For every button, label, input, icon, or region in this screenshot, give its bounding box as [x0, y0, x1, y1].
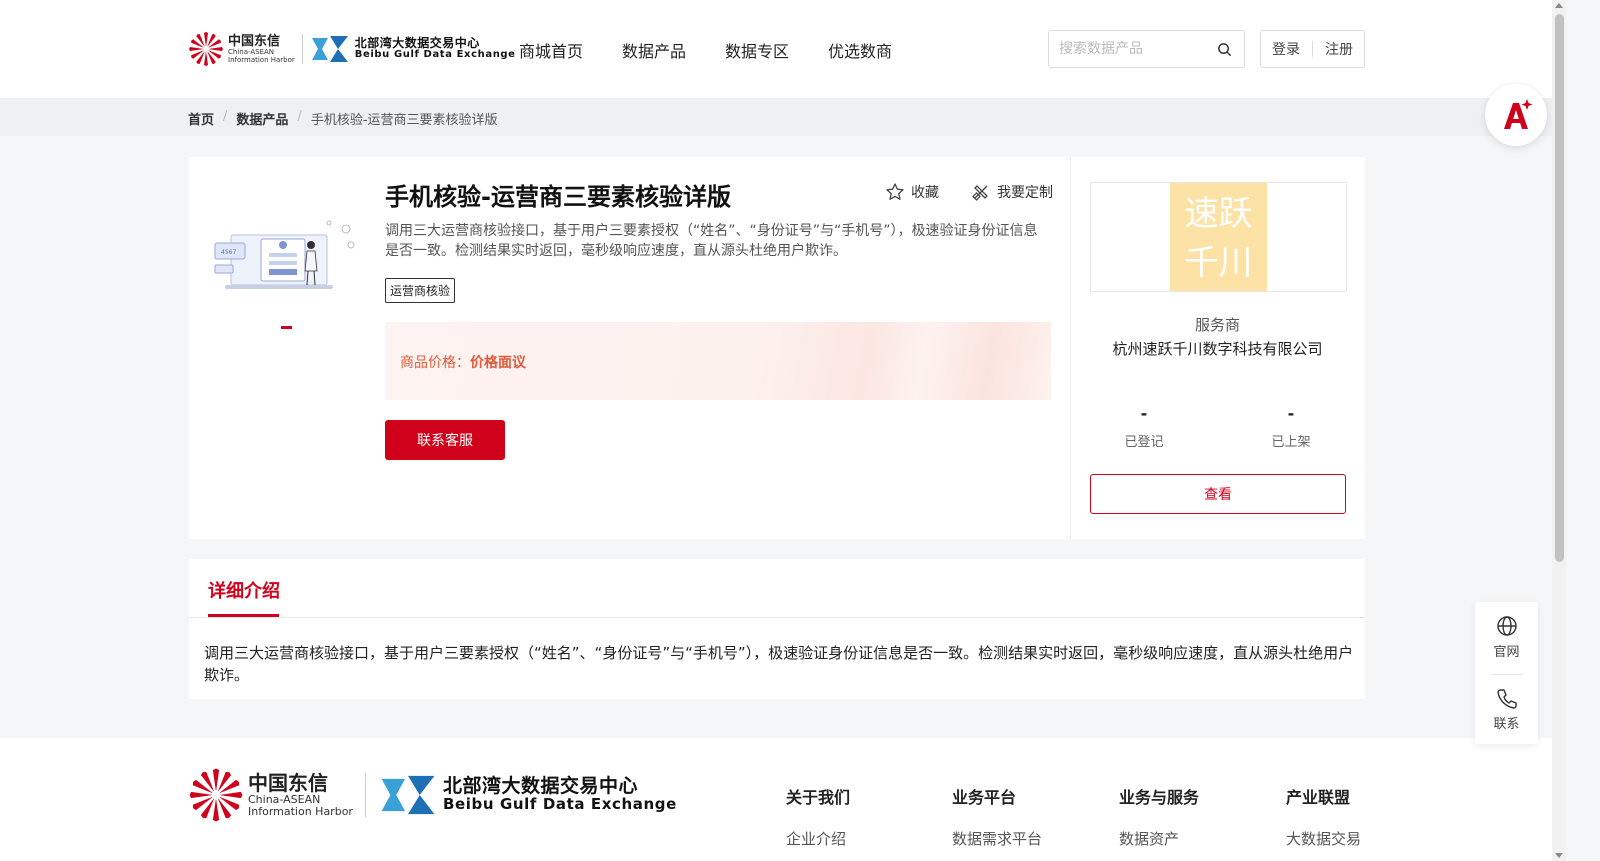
customize-label: 我要定制 [997, 185, 1053, 201]
price-box: 商品价格：价格面议 [385, 322, 1051, 400]
stat-registered: - 已登记 [1084, 404, 1204, 451]
footer-logo-en-text: China-ASEAN [248, 793, 321, 806]
auth-divider [1312, 41, 1313, 57]
footer-col-platform: 业务平台 数据需求平台 [952, 784, 1042, 849]
star-icon [886, 183, 904, 200]
breadcrumb-home[interactable]: 首页 [188, 109, 214, 128]
stat-registered-label: 已登记 [1124, 435, 1164, 450]
stat-registered-value: - [1140, 404, 1148, 423]
breadcrumb-data-products[interactable]: 数据产品 [236, 109, 288, 128]
logo-en-text-2: Information Harbor [228, 55, 295, 64]
footer-link[interactable]: 数据资产 [1119, 828, 1199, 849]
stat-listed-label: 已上架 [1271, 435, 1311, 450]
product-actions: 收藏 我要定制 [885, 182, 1053, 202]
china-asean-burst-icon [188, 767, 244, 823]
favorite-label: 收藏 [911, 185, 939, 201]
vendor-logo-line2: 千川 [1184, 243, 1253, 283]
price-label: 商品价格： [400, 355, 470, 371]
view-vendor-button[interactable]: 查看 [1090, 474, 1346, 514]
price-value: 价格面议 [470, 355, 526, 371]
stat-listed-value: - [1287, 404, 1295, 423]
nav-data-zone[interactable]: 数据专区 [725, 38, 789, 62]
footer-logo-divider [364, 773, 366, 817]
side-float-divider [1491, 674, 1522, 675]
beibu-gulf-mark-icon [378, 773, 438, 817]
breadcrumb-separator: / [223, 109, 228, 124]
stat-listed: - 已上架 [1231, 404, 1351, 451]
auth-box: 登录 注册 [1260, 30, 1365, 68]
search-icon[interactable] [1217, 42, 1232, 57]
footer-logo2-cn-text: 北部湾大数据交易中心 [442, 775, 638, 798]
register-link[interactable]: 注册 [1325, 39, 1353, 59]
product-tag[interactable]: 运营商核验 [385, 278, 456, 303]
search-box [1048, 30, 1245, 68]
image-pager-indicator[interactable] [281, 326, 292, 329]
page-scrollbar[interactable] [1552, 0, 1566, 861]
footer-col-heading: 业务与服务 [1119, 788, 1200, 807]
footer-logo-en-text-2: Information Harbor [248, 805, 353, 818]
site-logo[interactable]: 中国东信 China-ASEAN Information Harbor 北部湾大… [188, 28, 516, 70]
side-float-panel: 官网 联系 [1475, 602, 1538, 744]
logo-divider [301, 34, 303, 64]
site-footer: 中国东信 China-ASEAN Information Harbor 北部湾大… [0, 738, 1566, 861]
footer-col-about: 关于我们 企业介绍 [786, 784, 850, 849]
favorite-button[interactable]: 收藏 [885, 182, 939, 202]
footer-link[interactable]: 数据需求平台 [952, 828, 1042, 849]
site-header: 中国东信 China-ASEAN Information Harbor 北部湾大… [0, 0, 1566, 98]
product-description: 调用三大运营商核验接口，基于用户三要素授权（“姓名”、“身份证号”与“手机号”）… [385, 223, 1038, 259]
footer-link[interactable]: 大数据交易 [1286, 828, 1361, 849]
scroll-down-arrow-icon[interactable] [1555, 853, 1563, 858]
logo-en-text: China-ASEAN [228, 47, 275, 56]
product-title: 手机核验-运营商三要素核验详版 [385, 183, 731, 211]
illustration-badge-text: 4567 [221, 249, 236, 256]
footer-link[interactable]: 企业介绍 [786, 828, 850, 849]
official-site-label: 官网 [1493, 645, 1520, 660]
login-link[interactable]: 登录 [1272, 39, 1300, 59]
beibu-gulf-mark-icon [310, 34, 350, 64]
nav-mall-home[interactable]: 商城首页 [519, 38, 583, 62]
ai-assistant-icon [1504, 99, 1533, 129]
product-card: 4567 手机核验-运营商三要素核验详版 收藏 我要定制 调用三大运营商核验接口… [189, 157, 1365, 539]
contact-service-button[interactable]: 联系客服 [385, 420, 505, 460]
ai-assistant-button[interactable] [1485, 84, 1547, 146]
logo2-en-text: Beibu Gulf Data Exchange [354, 49, 516, 61]
breadcrumb: 首页 / 数据产品 / 手机核验-运营商三要素核验详版 [0, 98, 1566, 136]
breadcrumb-separator: / [297, 109, 302, 124]
footer-col-heading: 关于我们 [786, 788, 851, 807]
scrollbar-thumb[interactable] [1555, 14, 1564, 562]
footer-col-alliance: 产业联盟 大数据交易 [1286, 784, 1361, 849]
nav-data-products[interactable]: 数据产品 [622, 38, 686, 62]
tab-divider [189, 617, 1365, 618]
footer-logo[interactable]: 中国东信 China-ASEAN Information Harbor 北部湾大… [188, 768, 677, 822]
footer-col-heading: 产业联盟 [1286, 788, 1351, 807]
china-asean-burst-icon [188, 31, 224, 67]
product-illustration: 4567 [211, 215, 363, 295]
customize-button[interactable]: 我要定制 [971, 182, 1053, 202]
vendor-logo[interactable]: 速跃 千川 [1090, 182, 1347, 292]
vendor-name: 杭州速跃千川数字科技有限公司 [1112, 340, 1323, 358]
footer-logo-cn-text: 中国东信 [248, 771, 328, 795]
scroll-up-arrow-icon[interactable] [1555, 3, 1563, 8]
detail-section: 详细介绍 调用三大运营商核验接口，基于用户三要素授权（“姓名”、“身份证号”与“… [189, 559, 1365, 699]
search-input[interactable] [1049, 31, 1209, 67]
globe-icon [1496, 616, 1517, 636]
customize-tools-icon [972, 185, 988, 201]
main-nav: 商城首页 数据产品 数据专区 优选数商 [519, 38, 892, 62]
detail-text: 调用三大运营商核验接口，基于用户三要素授权（“姓名”、“身份证号”与“手机号”）… [204, 644, 1354, 684]
official-site-button[interactable]: 官网 [1475, 615, 1538, 660]
tab-detail-intro[interactable]: 详细介绍 [208, 577, 280, 603]
nav-preferred-vendors[interactable]: 优选数商 [828, 38, 892, 62]
vendor-role: 服务商 [1194, 316, 1240, 334]
contact-float-button[interactable]: 联系 [1475, 687, 1538, 732]
footer-col-services: 业务与服务 数据资产 [1119, 784, 1199, 849]
vendor-logo-line1: 速跃 [1184, 194, 1253, 234]
contact-float-label: 联系 [1493, 717, 1520, 732]
logo-cn-text: 中国东信 [228, 33, 281, 49]
breadcrumb-current: 手机核验-运营商三要素核验详版 [310, 113, 498, 128]
footer-col-heading: 业务平台 [952, 788, 1017, 807]
phone-icon [1496, 689, 1517, 709]
footer-logo2-en-text: Beibu Gulf Data Exchange [442, 795, 677, 814]
